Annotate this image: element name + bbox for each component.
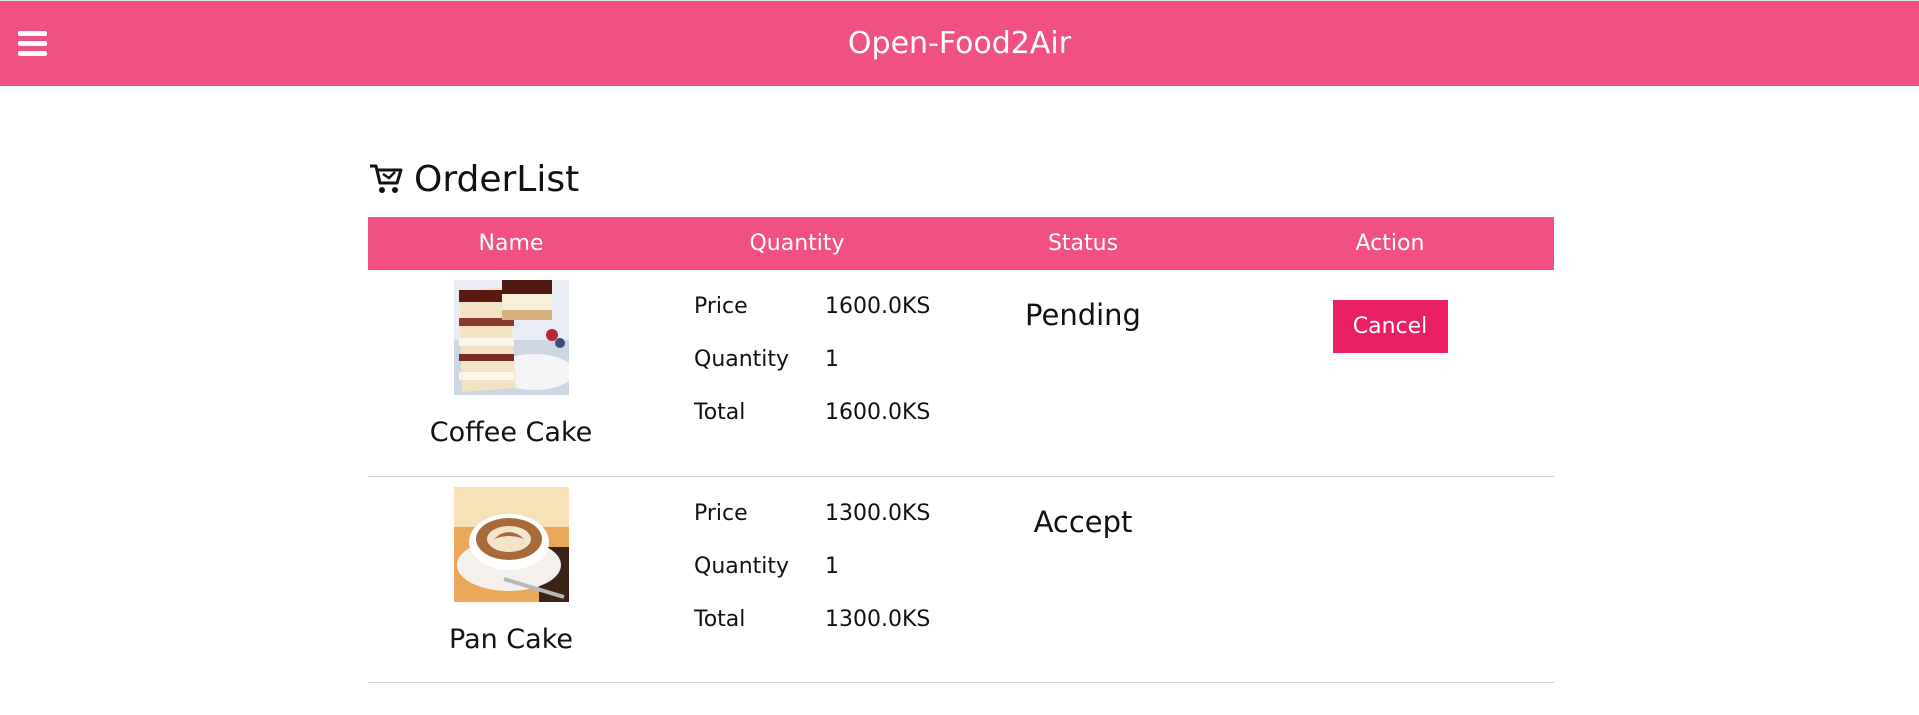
pan-cake-image bbox=[453, 486, 569, 602]
quantity-cell: Price 1300.0KS Quantity 1 Total 1300.0KS bbox=[654, 476, 940, 682]
item-name: Pan Cake bbox=[449, 623, 573, 655]
price-label: Price bbox=[694, 294, 748, 319]
page-heading: OrderList bbox=[368, 150, 1554, 208]
name-cell: Pan Cake bbox=[368, 476, 654, 682]
cancel-button[interactable]: Cancel bbox=[1332, 300, 1448, 353]
table-header-row: Name Quantity Status Action bbox=[368, 217, 1554, 270]
app-title: Open-Food2Air bbox=[847, 26, 1072, 61]
order-status: Accept bbox=[1033, 504, 1133, 539]
item-name: Coffee Cake bbox=[429, 417, 593, 448]
table-row: Pan Cake Price 1300.0KS Quantity 1 Total… bbox=[368, 476, 1554, 682]
total-label: Total bbox=[694, 606, 746, 632]
column-header-name: Name bbox=[478, 231, 544, 256]
main-content: OrderList Name Quantity Status Action Co… bbox=[368, 150, 1554, 683]
quantity-value: 1 bbox=[825, 553, 839, 579]
column-header-quantity: Quantity bbox=[749, 231, 845, 256]
price-value: 1300.0KS bbox=[825, 500, 931, 526]
coffee-cake-image bbox=[453, 280, 569, 395]
status-cell: Accept bbox=[940, 476, 1226, 682]
cart-icon bbox=[370, 164, 403, 193]
total-value: 1600.0KS bbox=[825, 400, 931, 425]
name-cell: Coffee Cake bbox=[368, 270, 654, 476]
order-status: Pending bbox=[1025, 298, 1141, 332]
price-value: 1600.0KS bbox=[825, 294, 931, 319]
quantity-cell: Price 1600.0KS Quantity 1 Total 1600.0KS bbox=[654, 270, 940, 476]
column-header-status: Status bbox=[1047, 231, 1119, 256]
orders-table: Name Quantity Status Action Coffee Cake … bbox=[368, 217, 1554, 683]
column-header-action: Action bbox=[1355, 231, 1425, 256]
quantity-label: Quantity bbox=[694, 553, 790, 579]
price-label: Price bbox=[694, 500, 748, 526]
action-cell: Cancel bbox=[1226, 270, 1554, 476]
status-cell: Pending bbox=[940, 270, 1226, 476]
quantity-value: 1 bbox=[825, 347, 839, 372]
page-title: OrderList bbox=[414, 158, 580, 200]
table-row: Coffee Cake Price 1600.0KS Quantity 1 To… bbox=[368, 270, 1554, 476]
total-label: Total bbox=[694, 400, 746, 425]
quantity-label: Quantity bbox=[694, 347, 790, 372]
total-value: 1300.0KS bbox=[825, 606, 931, 632]
app-bar: Open-Food2Air bbox=[0, 0, 1919, 86]
action-cell bbox=[1226, 476, 1554, 682]
